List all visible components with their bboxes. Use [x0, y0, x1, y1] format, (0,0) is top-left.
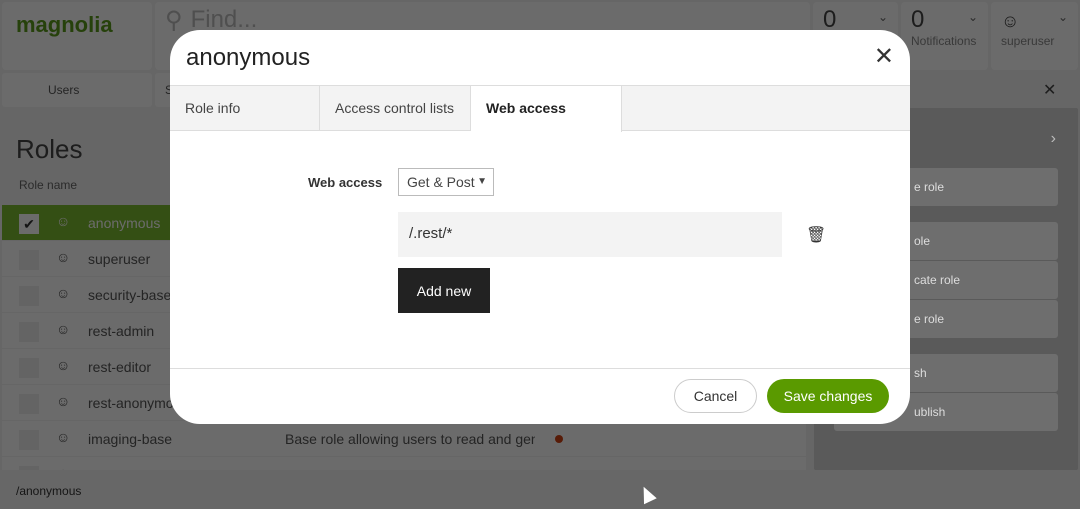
select-value: Get & Post — [407, 174, 475, 190]
dialog-tabs: Role info Access control lists Web acces… — [170, 85, 910, 132]
app-tab-users[interactable]: Users — [2, 73, 152, 107]
web-access-select[interactable]: Get & Post ▼ — [398, 168, 494, 196]
dropdown-arrow-icon: ▼ — [477, 176, 487, 187]
save-changes-button[interactable]: Save changes — [767, 379, 889, 413]
magnolia-logo[interactable]: magnolia — [2, 2, 152, 70]
cancel-button[interactable]: Cancel — [674, 379, 757, 413]
row-checkbox[interactable] — [19, 358, 39, 378]
notifications-count: 0 — [911, 6, 925, 33]
row-checkbox[interactable] — [19, 394, 39, 414]
role-icon: ☺ — [56, 249, 71, 265]
row-checkbox[interactable] — [19, 430, 39, 450]
user-name: superuser — [1001, 34, 1055, 48]
user-menu[interactable]: ☺ superuser ⌄ — [991, 2, 1078, 70]
tab-web-access[interactable]: Web access — [471, 86, 622, 132]
tab-label: Users — [48, 83, 80, 97]
dialog-title: anonymous — [186, 44, 311, 71]
role-icon: ☺ — [56, 321, 71, 337]
row-checkbox[interactable]: ✔ — [19, 214, 39, 234]
status-dot — [555, 435, 563, 443]
add-new-button[interactable]: Add new — [398, 268, 490, 313]
row-checkbox[interactable] — [19, 322, 39, 342]
role-icon: ☺ — [56, 429, 71, 445]
role-name: rest-editor — [88, 359, 152, 375]
role-description: Base role allowing users to read and gen… — [285, 431, 535, 447]
chevron-down-icon: ⌄ — [967, 10, 978, 24]
notifications-counter[interactable]: 0 Notifications ⌄ — [901, 2, 988, 70]
path-input[interactable]: /.rest/* — [398, 212, 782, 257]
role-name: superuser — [88, 251, 151, 267]
status-path: /anonymous — [0, 470, 1080, 509]
chevron-down-icon: ⌄ — [1057, 10, 1068, 24]
table-row[interactable]: ☺ imaging-base Base role allowing users to… — [2, 421, 806, 456]
role-icon: ☺ — [56, 213, 71, 229]
role-name: security-base — [88, 287, 172, 303]
tasks-count: 0 — [823, 6, 837, 33]
close-app-icon[interactable]: ✕ — [1043, 80, 1056, 100]
tab-access-control-lists[interactable]: Access control lists — [320, 86, 471, 131]
close-icon[interactable]: ✕ — [874, 42, 894, 71]
notifications-label: Notifications — [911, 34, 977, 48]
user-icon: ☺ — [1001, 11, 1020, 31]
trash-icon[interactable]: 🗑 — [806, 225, 826, 245]
column-header-role-name[interactable]: Role name — [19, 178, 77, 192]
role-icon: ☺ — [56, 357, 71, 373]
page-title: Roles — [16, 134, 83, 164]
role-dialog: anonymous ✕ Role info Access control lis… — [170, 30, 910, 424]
role-name: anonymous — [88, 215, 161, 231]
role-icon: ☺ — [56, 285, 71, 301]
web-access-label: Web access — [308, 175, 383, 190]
chevron-right-icon[interactable]: › — [1051, 130, 1056, 148]
role-icon: ☺ — [56, 393, 71, 409]
row-checkbox[interactable] — [19, 286, 39, 306]
role-name: rest-admin — [88, 323, 155, 339]
role-name: imaging-base — [88, 431, 173, 447]
tab-role-info[interactable]: Role info — [170, 86, 320, 131]
row-checkbox[interactable] — [19, 250, 39, 270]
footer-divider — [170, 368, 910, 369]
chevron-down-icon: ⌄ — [877, 10, 888, 24]
